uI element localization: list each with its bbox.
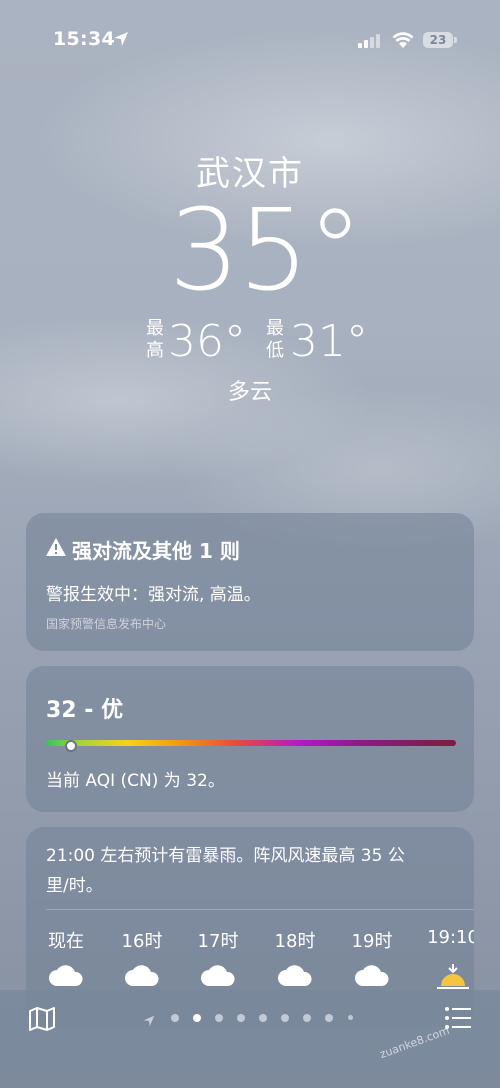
alert-body: 警报生效中：强对流, 高温。 [46, 585, 261, 605]
hour-label: 19:10 [427, 927, 474, 948]
battery-icon: 23 [423, 32, 453, 48]
location-page-icon[interactable] [143, 1012, 155, 1031]
page-dot[interactable] [281, 1014, 289, 1022]
alert-title: 强对流及其他 1 则 [72, 539, 240, 563]
page-dot[interactable] [215, 1014, 223, 1022]
hourly-summary: 21:00 左右预计有雷暴雨。阵风风速最高 35 公里/时。 [46, 846, 405, 896]
hour-label: 18时 [274, 931, 316, 952]
cloud-icon [107, 964, 177, 990]
hour-label: 19时 [351, 931, 393, 952]
alert-source: 国家预警信息发布中心 [46, 617, 167, 631]
low-label: 最低 [266, 318, 284, 361]
cellular-signal-icon [358, 33, 382, 52]
map-icon[interactable] [28, 1005, 56, 1037]
aqi-value: 32 - 优 [46, 698, 124, 723]
aqi-scale-bar [46, 740, 456, 746]
cloud-icon [183, 964, 253, 990]
page-dot[interactable] [259, 1014, 267, 1022]
air-quality-card[interactable]: 32 - 优 当前 AQI (CN) 为 32。 [26, 666, 474, 812]
status-time: 15:34 [53, 28, 115, 50]
page-dot[interactable] [237, 1014, 245, 1022]
cloud-icon [31, 964, 101, 990]
aqi-description: 当前 AQI (CN) 为 32。 [46, 771, 225, 791]
page-dot[interactable] [325, 1014, 333, 1022]
high-value: 36° [168, 316, 246, 367]
page-dot[interactable] [171, 1014, 179, 1022]
page-dot[interactable] [303, 1014, 311, 1022]
status-bar: 15:34 23 [0, 28, 500, 54]
page-dot-active[interactable] [193, 1014, 201, 1022]
divider [46, 909, 474, 910]
hour-label: 17时 [197, 931, 239, 952]
weather-condition: 多云 [227, 380, 272, 405]
wifi-icon [392, 32, 414, 52]
page-dot[interactable] [348, 1015, 353, 1020]
location-arrow-icon [113, 31, 129, 51]
cloud-icon [260, 964, 330, 990]
page-indicator[interactable] [143, 1012, 363, 1027]
warning-icon [46, 538, 66, 560]
high-label: 最高 [146, 318, 164, 361]
severe-weather-alert-card[interactable]: 强对流及其他 1 则 警报生效中：强对流, 高温。 国家预警信息发布中心 [26, 513, 474, 651]
battery-tip [454, 37, 457, 43]
hour-label: 16时 [121, 931, 163, 952]
aqi-level-marker [64, 740, 77, 752]
hour-label: 现在 [48, 931, 84, 952]
low-value: 31° [290, 316, 368, 367]
high-low-temperatures: 最高 36° 最低 31° [0, 316, 500, 376]
current-temperature: 35° [168, 186, 364, 316]
cloud-icon [337, 964, 407, 990]
